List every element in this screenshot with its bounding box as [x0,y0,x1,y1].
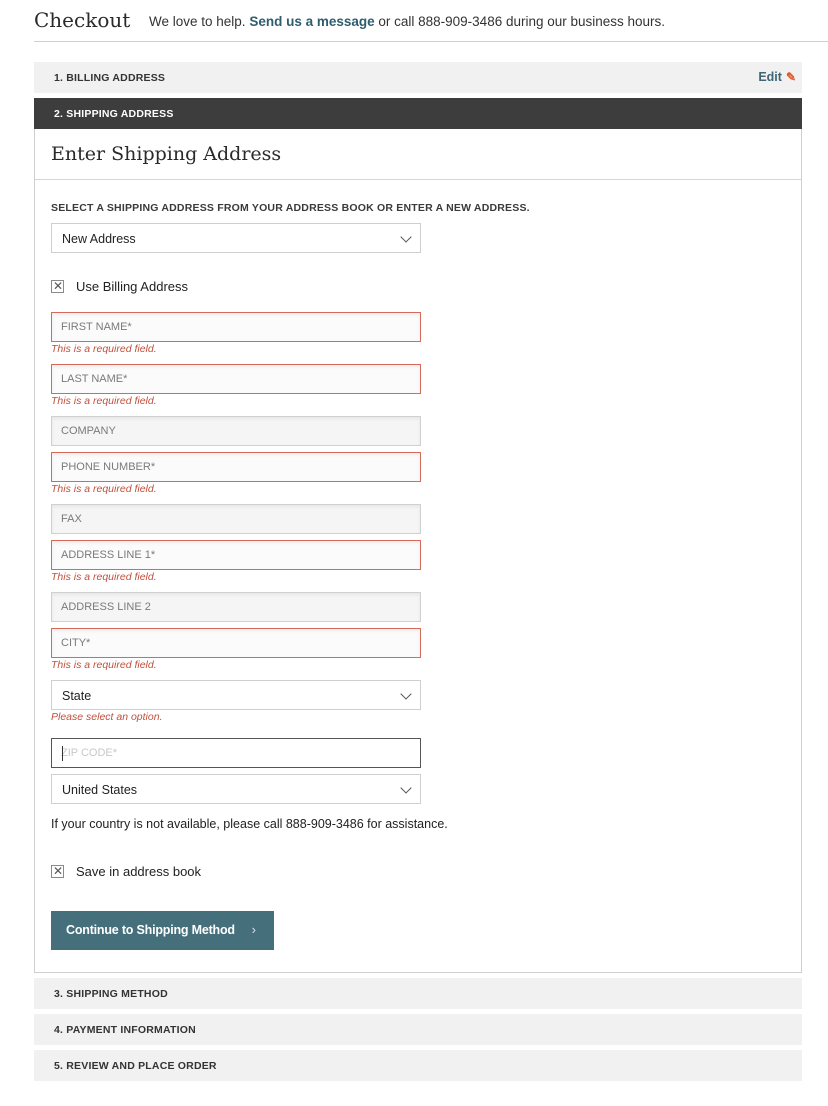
phone-error: This is a required field. [51,483,157,495]
page-title: Checkout [34,8,131,32]
address-instruction: SELECT A SHIPPING ADDRESS FROM YOUR ADDR… [51,202,530,214]
zip-code-input[interactable] [52,739,420,767]
panel-heading: Enter Shipping Address [51,143,282,165]
save-address-label: Save in address book [76,864,202,879]
first-name-input[interactable] [52,313,420,341]
country-value: United States [62,783,138,797]
address-line-2-field[interactable] [51,592,421,622]
state-value: State [62,689,92,703]
last-name-error: This is a required field. [51,395,157,407]
state-error: Please select an option. [51,711,163,723]
help-text: We love to help. Send us a message or ca… [149,14,665,29]
save-address-checkbox[interactable]: ✕ [51,864,64,878]
help-text-before: We love to help. [149,14,250,29]
step-payment-label: 4. PAYMENT INFORMATION [54,1024,196,1036]
continue-button-label: Continue to Shipping Method [66,923,235,937]
use-billing-checkbox[interactable]: ✕ [51,279,64,293]
checkout-header: Checkout We love to help. Send us a mess… [34,0,828,42]
first-name-field[interactable] [51,312,421,342]
city-field[interactable] [51,628,421,658]
checked-x-icon: ✕ [53,864,64,878]
country-select[interactable]: United States [51,774,421,804]
city-error: This is a required field. [51,659,157,671]
fax-field[interactable] [51,504,421,534]
address-line-1-input[interactable] [52,541,420,569]
country-note: If your country is not available, please… [51,817,448,831]
help-text-after: or call 888-909-3486 during our business… [374,14,666,29]
last-name-field[interactable] [51,364,421,394]
step-shipping-address[interactable]: 2. SHIPPING ADDRESS [34,98,802,129]
use-billing-label: Use Billing Address [76,279,188,294]
step-shipping-label: 2. SHIPPING ADDRESS [54,108,174,120]
chevron-down-icon [400,231,412,243]
first-name-error: This is a required field. [51,343,157,355]
text-caret [62,746,63,761]
zip-code-field[interactable] [51,738,421,768]
step-billing-label: 1. BILLING ADDRESS [54,72,166,84]
step-shipping-method[interactable]: 3. SHIPPING METHOD [34,978,802,1009]
chevron-right-icon: › [251,922,256,937]
last-name-input[interactable] [52,365,420,393]
step-review-label: 5. REVIEW AND PLACE ORDER [54,1060,217,1072]
step-billing-address[interactable]: 1. BILLING ADDRESS Edit ✎ [34,62,802,93]
panel-header: Enter Shipping Address [35,129,801,180]
pencil-icon: ✎ [785,70,796,84]
phone-input[interactable] [52,453,420,481]
address-line-1-error: This is a required field. [51,571,157,583]
shipping-address-panel: Enter Shipping Address SELECT A SHIPPING… [34,129,802,973]
state-select[interactable]: State [51,680,421,710]
address-book-value: New Address [62,232,136,246]
phone-field[interactable] [51,452,421,482]
continue-to-shipping-method-button[interactable]: Continue to Shipping Method › [51,911,274,950]
step-review-place-order[interactable]: 5. REVIEW AND PLACE ORDER [34,1050,802,1081]
step-shipping-method-label: 3. SHIPPING METHOD [54,988,168,1000]
step-payment-information[interactable]: 4. PAYMENT INFORMATION [34,1014,802,1045]
address-book-select[interactable]: New Address [51,223,421,253]
company-field[interactable] [51,416,421,446]
chevron-down-icon [400,688,412,700]
checked-x-icon: ✕ [53,279,64,293]
chevron-down-icon [400,782,412,794]
address-line-1-field[interactable] [51,540,421,570]
city-input[interactable] [52,629,420,657]
address-line-2-input[interactable] [52,593,420,621]
fax-input[interactable] [52,505,420,533]
company-input[interactable] [52,417,420,445]
send-message-link[interactable]: Send us a message [249,14,374,29]
edit-label: Edit [758,70,782,84]
edit-billing-button[interactable]: Edit ✎ [758,70,796,84]
